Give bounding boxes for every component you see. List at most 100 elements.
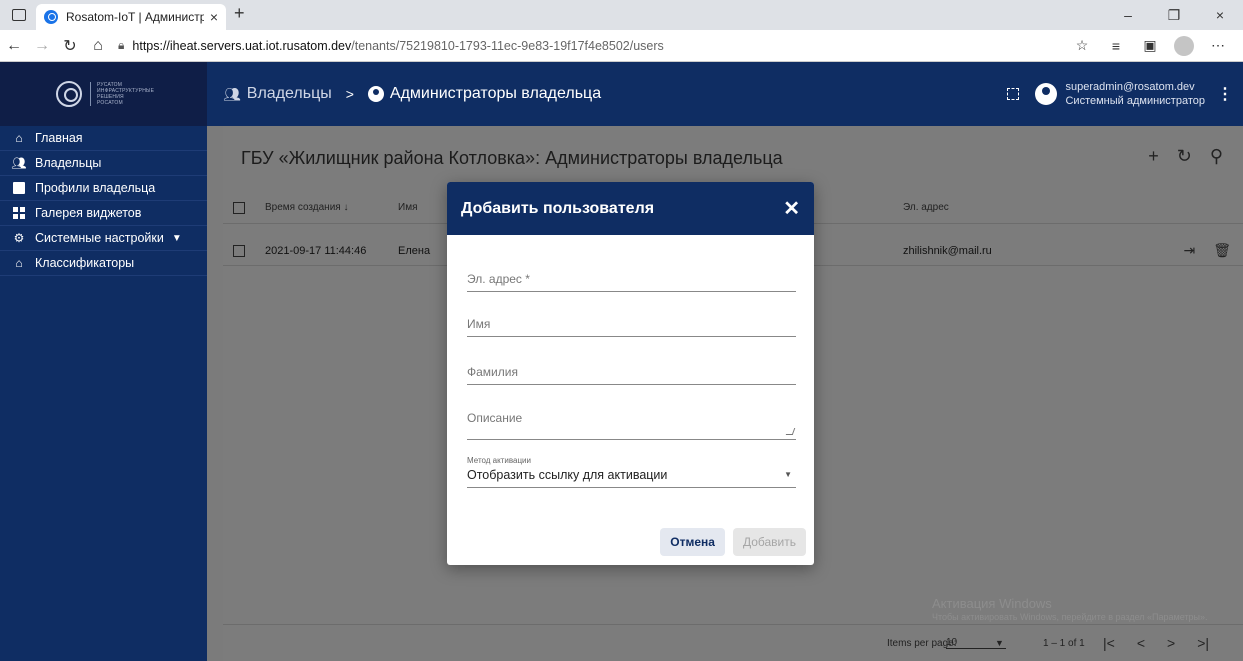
- cell-time: 2021-09-17 11:44:46: [265, 244, 367, 257]
- pager-nav: |< < > >|: [1103, 635, 1209, 651]
- browser-menu-icon[interactable]: ⋯: [1201, 37, 1235, 54]
- favorites-icon[interactable]: ≡: [1099, 38, 1133, 54]
- search-icon[interactable]: ⚲: [1210, 146, 1223, 167]
- sidebar-item-home[interactable]: ⌂ Главная: [0, 126, 207, 151]
- login-icon[interactable]: ⇥: [1183, 242, 1195, 259]
- cancel-button[interactable]: Отмена: [660, 528, 725, 556]
- tab-close-icon[interactable]: ×: [210, 9, 218, 25]
- dialog-header: Добавить пользователя ✕: [447, 182, 814, 235]
- activation-method-select[interactable]: Метод активации Отобразить ссылку для ак…: [467, 456, 796, 488]
- people-icon: 👥︎: [11, 156, 27, 170]
- back-icon[interactable]: ←: [0, 37, 28, 55]
- fullscreen-icon[interactable]: [1007, 88, 1020, 100]
- column-header-time[interactable]: Время создания ↓: [265, 202, 349, 213]
- url-host: https://iheat.servers.uat.iot.rusatom.de…: [132, 38, 352, 53]
- dialog-title: Добавить пользователя: [461, 199, 655, 217]
- browser-tab-bar: Rosatom-IoT | Администраторы × + – ❐ ×: [0, 0, 1243, 30]
- sidebar-item-owners[interactable]: 👥︎ Владельцы: [0, 151, 207, 176]
- lock-icon: 🔒︎: [118, 38, 125, 52]
- new-tab-button[interactable]: +: [234, 3, 245, 24]
- first-page-icon[interactable]: |<: [1103, 635, 1115, 651]
- app-header: 👥︎ Владельцы > Администраторы владельца …: [207, 62, 1243, 126]
- favorite-add-icon[interactable]: ☆: [1065, 37, 1099, 54]
- breadcrumb-owners[interactable]: 👥︎ Владельцы: [223, 85, 332, 103]
- email-field[interactable]: Эл. адрес *: [467, 272, 796, 292]
- sidebar-item-label: Галерея виджетов: [35, 206, 142, 220]
- column-header-email[interactable]: Эл. адрес: [903, 202, 949, 213]
- sidebar-item-label: Владельцы: [35, 156, 102, 170]
- logo-text: РУСАТОМ ИНФРАСТРУКТУРНЫЕ РЕШЕНИЯ РОСАТОМ: [90, 82, 154, 106]
- page-title: ГБУ «Жилищник района Котловка»: Админист…: [241, 148, 783, 168]
- close-window-button[interactable]: ×: [1197, 7, 1243, 23]
- url-path: /tenants/75219810-1793-11ec-9e83-19f17f4…: [351, 38, 664, 53]
- breadcrumb-owners-label: Владельцы: [246, 85, 332, 102]
- widgets-icon: [12, 206, 26, 220]
- sidebar-item-owner-profiles[interactable]: Профили владельца: [0, 176, 207, 201]
- refresh-icon[interactable]: ↻: [1177, 146, 1192, 167]
- chevron-down-icon: ▼: [171, 232, 182, 244]
- header-right: superadmin@rosatom.dev Системный админис…: [1007, 62, 1233, 126]
- row-actions: ⇥ 🗑︎: [1183, 242, 1231, 259]
- next-page-icon[interactable]: >: [1167, 635, 1175, 651]
- breadcrumb-admins-label: Администраторы владельца: [389, 85, 602, 102]
- page-range: 1 – 1 of 1: [1043, 637, 1085, 649]
- sidebar-item-label: Главная: [35, 131, 83, 145]
- last-name-field[interactable]: Фамилия: [467, 365, 796, 385]
- app-logo[interactable]: РУСАТОМ ИНФРАСТРУКТУРНЫЕ РЕШЕНИЯ РОСАТОМ: [0, 62, 207, 126]
- account-circle-icon: [367, 86, 384, 102]
- description-field[interactable]: Описание: [467, 411, 796, 440]
- browser-toolbar-right: ☆ ≡ ▣ ⋯: [1065, 35, 1235, 56]
- add-user-dialog: Добавить пользователя ✕ Эл. адрес * Имя …: [447, 182, 814, 565]
- last-page-icon[interactable]: >|: [1197, 635, 1209, 651]
- people-icon: 👥︎: [223, 85, 241, 102]
- windows-activation-hint: Чтобы активировать Windows, перейдите в …: [932, 612, 1208, 622]
- forward-icon[interactable]: →: [28, 37, 56, 55]
- gear-icon: ⚙: [13, 231, 25, 245]
- refresh-icon[interactable]: ↻: [56, 36, 84, 56]
- add-icon[interactable]: +: [1148, 146, 1159, 167]
- home-icon: ⌂: [15, 131, 23, 145]
- dropdown-caret-icon: ▼: [784, 470, 792, 479]
- tab-title: Rosatom-IoT | Администраторы: [66, 10, 204, 24]
- dropdown-caret-icon: ▼: [995, 638, 1004, 648]
- select-all-checkbox[interactable]: [233, 201, 245, 214]
- sidebar: ⌂ Главная 👥︎ Владельцы Профили владельца…: [0, 126, 207, 661]
- prev-page-icon[interactable]: <: [1137, 635, 1145, 651]
- sort-arrow-down-icon: ↓: [343, 202, 349, 213]
- address-bar: ← → ↻ ⌂ 🔒︎ https://iheat.servers.uat.iot…: [0, 30, 1243, 62]
- row-checkbox[interactable]: [233, 244, 245, 257]
- rosatom-favicon-icon: [44, 10, 58, 24]
- add-button[interactable]: Добавить: [732, 528, 806, 556]
- more-vert-icon[interactable]: ⋮: [1217, 84, 1233, 104]
- windows-activation-watermark: Активация Windows: [932, 596, 1052, 611]
- collections-icon[interactable]: ▣: [1133, 37, 1167, 54]
- home-browser-icon[interactable]: ⌂: [84, 37, 112, 55]
- column-header-name[interactable]: Имя: [398, 202, 417, 213]
- home-icon: ⌂: [15, 256, 23, 270]
- sidebar-item-system-settings[interactable]: ⚙ Системные настройки ▼: [0, 226, 207, 251]
- profile-avatar-icon[interactable]: [1174, 35, 1194, 56]
- activation-method-label: Метод активации: [467, 456, 531, 465]
- tab-actions-icon[interactable]: [12, 9, 26, 21]
- card-actions: + ↻ ⚲: [1148, 146, 1223, 167]
- profile-icon: [12, 181, 26, 195]
- paginator: Items per page: 10 ▼ 1 – 1 of 1 |< < > >…: [223, 624, 1243, 661]
- sidebar-item-label: Классификаторы: [35, 256, 135, 270]
- dialog-buttons: Отмена Добавить: [660, 528, 806, 556]
- user-avatar-icon[interactable]: [1035, 83, 1058, 105]
- delete-icon[interactable]: 🗑︎: [1213, 242, 1231, 259]
- cell-name: Елена: [398, 244, 431, 257]
- breadcrumb-admins: Администраторы владельца: [367, 85, 602, 103]
- user-info[interactable]: superadmin@rosatom.dev Системный админис…: [1065, 80, 1205, 108]
- maximize-button[interactable]: ❐: [1151, 7, 1197, 24]
- browser-tab[interactable]: Rosatom-IoT | Администраторы ×: [36, 4, 226, 30]
- close-icon[interactable]: ✕: [783, 196, 800, 221]
- minimize-button[interactable]: –: [1105, 7, 1151, 23]
- breadcrumb-separator: >: [345, 86, 354, 102]
- activation-method-value: Отобразить ссылку для активации: [467, 468, 668, 482]
- url-field[interactable]: 🔒︎ https://iheat.servers.uat.iot.rusatom…: [118, 38, 1065, 53]
- sidebar-item-classifiers[interactable]: ⌂ Классификаторы: [0, 251, 207, 276]
- first-name-field[interactable]: Имя: [467, 317, 796, 337]
- sidebar-item-widgets[interactable]: Галерея виджетов: [0, 201, 207, 226]
- user-role: Системный администратор: [1065, 95, 1205, 107]
